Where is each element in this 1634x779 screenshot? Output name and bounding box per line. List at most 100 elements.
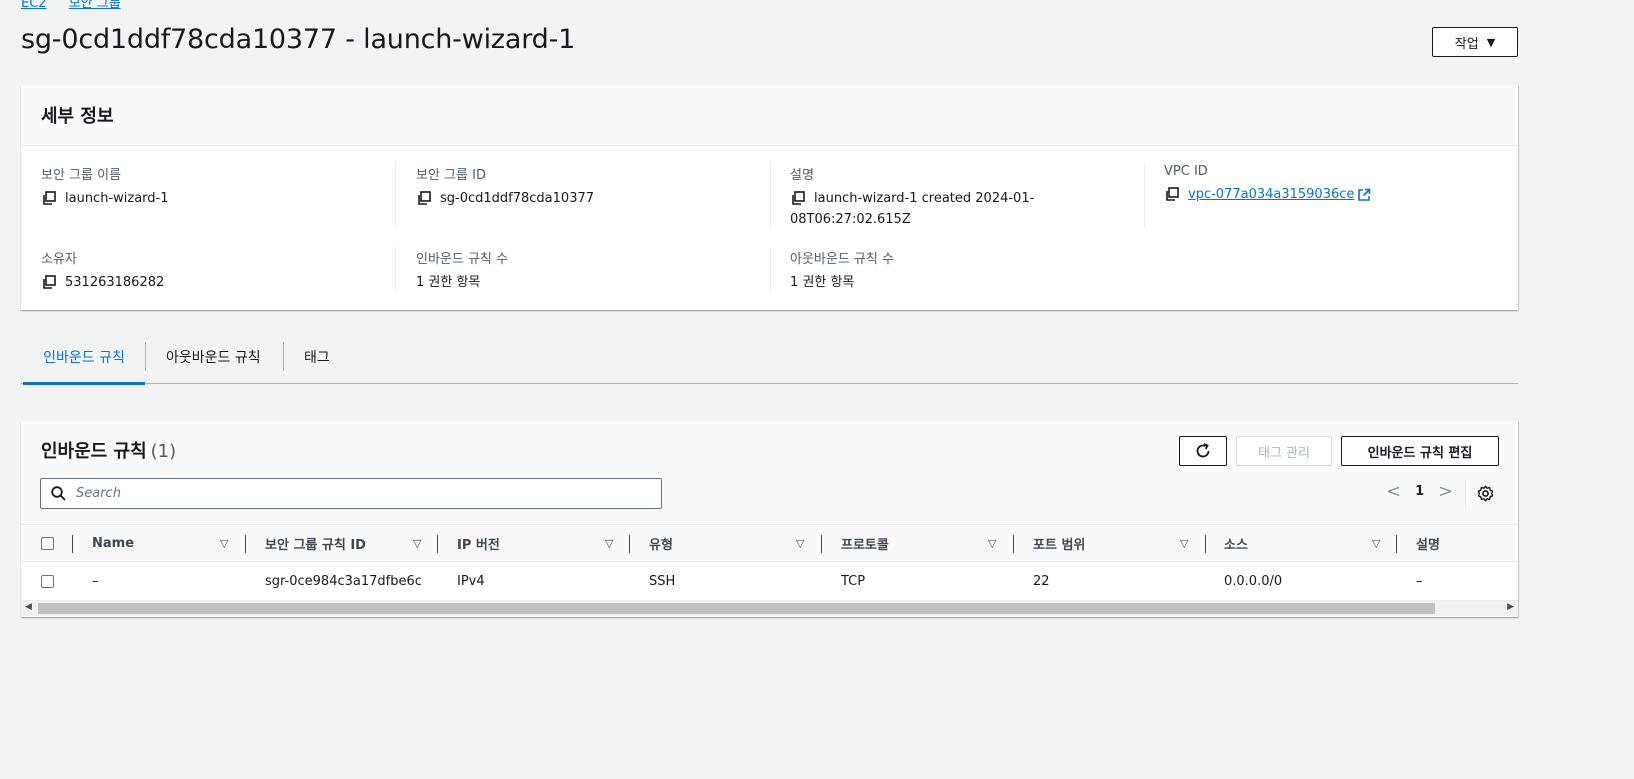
sort-icon[interactable]: ▽	[1180, 537, 1188, 550]
cell-ip-version: IPv4	[457, 573, 485, 589]
manage-tags-button[interactable]: 태그 관리	[1236, 436, 1332, 466]
sort-icon[interactable]: ▽	[796, 537, 804, 550]
pagination: < 1 >	[1386, 481, 1453, 502]
page-scrollbar[interactable]	[1620, 0, 1634, 779]
gear-icon[interactable]	[1477, 485, 1494, 502]
copy-icon[interactable]	[790, 190, 806, 206]
rules-title-text: 인바운드 규칙	[41, 441, 147, 462]
cell-description: –	[1416, 573, 1423, 589]
breadcrumb-security-groups[interactable]: 보안 그룹	[69, 0, 121, 11]
breadcrumb: EC2 보안 그룹	[21, 0, 139, 11]
edit-inbound-rules-button[interactable]: 인바운드 규칙 편집	[1341, 436, 1499, 466]
sg-id-label: 보안 그룹 ID	[416, 168, 486, 183]
pager-divider	[1465, 479, 1466, 509]
tab-outbound-rules[interactable]: 아웃바운드 규칙	[166, 330, 261, 383]
field-sg-id: 보안 그룹 ID sg-0cd1ddf78cda10377	[416, 164, 594, 209]
column-resizer[interactable]	[629, 535, 630, 553]
field-description: 설명 launch-wizard-1 created 2024-01- 08T0…	[790, 164, 1120, 230]
sg-name-value: launch-wizard-1	[65, 191, 169, 206]
column-header-ip-version[interactable]: IP 버전	[457, 525, 500, 561]
column-header-description[interactable]: 설명	[1416, 525, 1440, 561]
table-row[interactable]: – sgr-0ce984c3a17dfbe6c IPv4 SSH TCP 22 …	[21, 562, 1518, 601]
copy-icon[interactable]	[416, 190, 432, 206]
refresh-button[interactable]	[1179, 436, 1227, 466]
caret-down-icon: ▼	[1486, 35, 1496, 49]
field-vpc-id: VPC ID vpc-077a034a3159036ce	[1164, 164, 1371, 205]
inbound-count-value: 1 권한 항목	[416, 275, 481, 290]
sg-id-value: sg-0cd1ddf78cda10377	[440, 191, 595, 206]
column-header-source[interactable]: 소스	[1224, 525, 1248, 561]
field-sg-name: 보안 그룹 이름 launch-wizard-1	[41, 164, 169, 209]
table-header: Name ▽ 보안 그룹 규칙 ID ▽ IP 버전 ▽ 유형 ▽ 프로토콜 ▽…	[21, 524, 1518, 562]
vpc-id-value: vpc-077a034a3159036ce	[1188, 187, 1355, 202]
actions-button-label: 작업	[1454, 36, 1479, 52]
column-resizer[interactable]	[1013, 535, 1014, 553]
details-header: 세부 정보	[21, 85, 1518, 146]
column-divider	[395, 163, 396, 227]
row-checkbox[interactable]	[41, 574, 54, 588]
page-title: sg-0cd1ddf78cda10377 - launch-wizard-1	[21, 24, 576, 55]
copy-icon[interactable]	[1164, 186, 1180, 202]
inbound-rules-panel: 인바운드 규칙(1) 태그 관리 인바운드 규칙 편집 < 1 > Name ▽…	[21, 421, 1518, 617]
rules-count: (1)	[150, 441, 177, 462]
vpc-id-label: VPC ID	[1164, 164, 1208, 179]
external-link-icon	[1358, 188, 1371, 201]
column-resizer[interactable]	[1396, 535, 1397, 553]
column-header-name[interactable]: Name	[92, 525, 134, 561]
column-divider	[395, 247, 396, 291]
copy-icon[interactable]	[41, 190, 57, 206]
outbound-count-label: 아웃바운드 규칙 수	[790, 252, 894, 267]
breadcrumb-ec2[interactable]: EC2	[21, 0, 47, 11]
search-box	[40, 478, 662, 509]
scroll-left-icon[interactable]: ◀	[25, 602, 32, 612]
rules-title: 인바운드 규칙 (1)	[41, 437, 176, 463]
details-heading: 세부 정보	[41, 106, 114, 127]
column-header-port-range[interactable]: 포트 범위	[1033, 525, 1085, 561]
copy-icon[interactable]	[41, 274, 57, 290]
search-icon	[51, 486, 66, 501]
column-divider	[1144, 163, 1145, 227]
owner-label: 소유자	[41, 252, 77, 267]
select-all-checkbox[interactable]	[41, 536, 54, 550]
column-resizer[interactable]	[437, 535, 438, 553]
inbound-count-label: 인바운드 규칙 수	[416, 252, 508, 267]
scrollbar-thumb[interactable]	[38, 603, 1435, 614]
column-header-protocol[interactable]: 프로토콜	[841, 525, 889, 561]
scroll-right-icon[interactable]: ▶	[1507, 602, 1514, 612]
next-page-icon[interactable]: >	[1438, 481, 1453, 502]
horizontal-scrollbar[interactable]: ◀ ▶	[21, 601, 1518, 616]
cell-type: SSH	[649, 573, 676, 589]
cell-name: –	[92, 573, 99, 589]
sort-icon[interactable]: ▽	[605, 537, 613, 550]
cell-port-range: 22	[1033, 573, 1050, 589]
sort-icon[interactable]: ▽	[988, 537, 996, 550]
tab-divider	[145, 342, 146, 371]
column-resizer[interactable]	[1205, 535, 1206, 553]
search-input[interactable]	[74, 485, 638, 502]
tab-divider	[283, 342, 284, 371]
tab-inbound-rules[interactable]: 인바운드 규칙	[23, 330, 145, 385]
column-divider	[770, 163, 771, 227]
sort-icon[interactable]: ▽	[413, 537, 421, 550]
cell-protocol: TCP	[841, 573, 866, 589]
sg-name-label: 보안 그룹 이름	[41, 168, 122, 183]
column-resizer[interactable]	[245, 535, 246, 553]
tab-bar: 인바운드 규칙 아웃바운드 규칙 태그	[21, 330, 1518, 385]
prev-page-icon[interactable]: <	[1386, 481, 1401, 502]
cell-rule-id: sgr-0ce984c3a17dfbe6c	[265, 573, 422, 589]
column-resizer[interactable]	[821, 535, 822, 553]
column-header-type[interactable]: 유형	[649, 525, 673, 561]
sort-icon[interactable]: ▽	[1372, 537, 1380, 550]
sort-icon[interactable]: ▽	[220, 537, 228, 550]
cell-source: 0.0.0.0/0	[1224, 573, 1283, 589]
description-label: 설명	[790, 168, 814, 183]
page-number[interactable]: 1	[1415, 484, 1424, 499]
tab-tags[interactable]: 태그	[304, 330, 330, 383]
refresh-icon	[1196, 443, 1210, 458]
column-header-rule-id[interactable]: 보안 그룹 규칙 ID	[265, 525, 366, 561]
actions-button[interactable]: 작업 ▼	[1432, 27, 1518, 57]
field-inbound-count: 인바운드 규칙 수 1 권한 항목	[416, 248, 508, 293]
vpc-id-link[interactable]: vpc-077a034a3159036ce	[1188, 184, 1371, 205]
column-divider	[770, 247, 771, 291]
column-resizer[interactable]	[72, 535, 73, 553]
